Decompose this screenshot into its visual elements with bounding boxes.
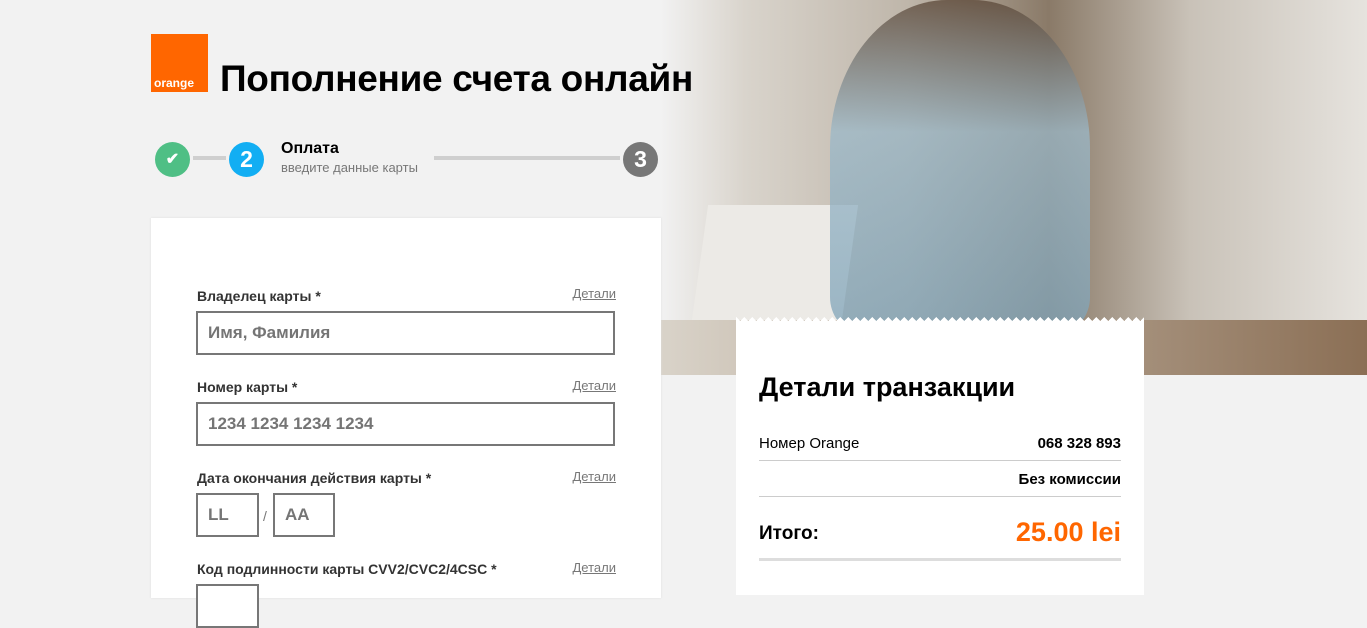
card-number-label: Номер карты * <box>197 379 298 395</box>
cvv-input[interactable] <box>196 584 259 628</box>
expiry-label: Дата окончания действия карты * <box>197 470 432 486</box>
step-2-subtitle: введите данные карты <box>281 160 418 175</box>
card-number-details-link[interactable]: Детали <box>573 378 617 393</box>
orange-number-row: Номер Orange 068 328 893 <box>759 425 1121 461</box>
step-connector <box>434 156 620 160</box>
cardholder-input[interactable] <box>196 311 615 355</box>
step-1-done: ✔ <box>155 142 190 177</box>
orange-logo[interactable]: orange <box>151 34 208 92</box>
step-2-title: Оплата <box>281 140 339 157</box>
transaction-title: Детали транзакции <box>759 372 1016 402</box>
step-3: 3 <box>623 142 658 177</box>
page-title: Пополнение счета онлайн <box>220 58 693 99</box>
expiry-details-link[interactable]: Детали <box>573 469 617 484</box>
total-value: 25.00 lei <box>1015 517 1121 547</box>
orange-number-value: 068 328 893 <box>1037 435 1121 452</box>
cvv-details-link[interactable]: Детали <box>573 560 617 575</box>
check-icon: ✔ <box>165 151 180 168</box>
expiry-separator: / <box>263 508 267 524</box>
cvv-label: Код подлинности карты CVV2/CVC2/4CSC * <box>197 561 497 577</box>
expiry-month-input[interactable] <box>196 493 259 537</box>
cardholder-details-link[interactable]: Детали <box>573 286 617 301</box>
orange-number-label: Номер Orange <box>759 435 860 452</box>
total-label: Итого: <box>759 523 819 544</box>
card-number-input[interactable] <box>196 402 615 446</box>
commission-row: Без комиссии <box>759 461 1121 497</box>
cardholder-label: Владелец карты * <box>197 288 321 304</box>
step-2-active: 2 <box>229 142 264 177</box>
total-row: Итого: 25.00 lei <box>759 505 1121 561</box>
transaction-details-card: Детали транзакции Номер Orange 068 328 8… <box>736 317 1144 595</box>
expiry-year-input[interactable] <box>273 493 335 537</box>
step-connector <box>193 156 226 160</box>
payment-form: Владелец карты * Детали Номер карты * Де… <box>151 218 661 628</box>
commission-value: Без комиссии <box>1018 471 1121 488</box>
